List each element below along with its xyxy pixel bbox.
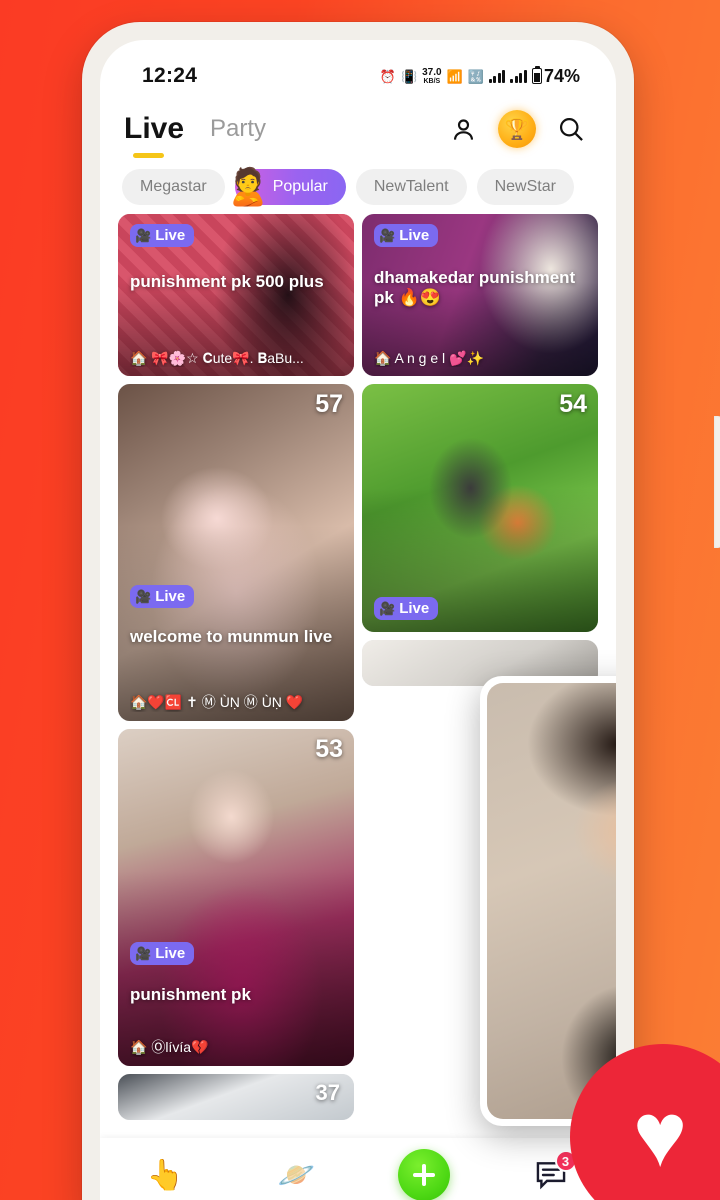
chip-popular-label: Popular [272, 178, 328, 195]
plus-icon [412, 1163, 436, 1187]
live-card[interactable]: 37 [118, 1074, 354, 1120]
card-username: 🏠 🎀🌸☆ 𝐂ute🎀. 𝐁aBu... [130, 350, 304, 366]
chip-newstar-label: NewStar [494, 178, 556, 195]
live-card[interactable]: 57 🎥 Live welcome to munmun live 🏠❤️🆑 ✝ … [118, 384, 354, 721]
chip-popular-avatar-icon: 🙎 [225, 166, 271, 207]
viewer-count: 57 [315, 390, 343, 418]
battery-indicator: 74% [531, 65, 580, 87]
search-icon[interactable] [554, 112, 588, 146]
network-speed-unit: KB/S [423, 77, 441, 85]
live-badge: 🎥 Live [374, 224, 439, 247]
vibrate-icon: 📳 [400, 68, 418, 84]
tab-live-underline [133, 153, 164, 158]
viewer-count: 54 [559, 390, 587, 418]
live-badge: 🎥 Live [130, 585, 195, 608]
live-badge-icon: 🎥 [379, 227, 396, 243]
profile-icon[interactable] [446, 112, 480, 146]
app-header: Live Party 🏆 [100, 98, 616, 160]
featured-streamer-preview[interactable] [480, 676, 616, 1126]
trophy-icon[interactable]: 🏆 [498, 110, 536, 148]
live-badge-label: Live [399, 600, 430, 617]
power-button[interactable] [714, 416, 720, 548]
live-card[interactable]: 54 🎥 Live [362, 384, 598, 632]
live-badge: 🎥 Live [130, 224, 195, 247]
alarm-clock-icon: ⏰ [379, 68, 396, 84]
live-badge-icon: 🎥 [135, 945, 152, 961]
card-title: punishment pk 500 plus [130, 272, 324, 291]
hand-pointer-icon: 👆 [146, 1158, 185, 1192]
battery-percent: 74% [543, 65, 580, 86]
tab-live-label: Live [124, 112, 185, 145]
card-title: punishment pk [130, 985, 251, 1004]
card-username: 🏠❤️🆑 ✝ Ⓜ ÙṆ Ⓜ ÙṆ ❤️ [130, 694, 304, 710]
trophy-glyph: 🏆 [504, 118, 530, 141]
status-icons: ⏰ 📳 37.0 KB/S 📶 🔣 74% [379, 65, 580, 87]
viewer-count: 37 [315, 1080, 340, 1105]
card-username: 🏠 Ⓞlívía💔 [130, 1039, 209, 1055]
live-badge: 🎥 Live [130, 942, 195, 965]
heart-icon: ♥ [632, 1084, 688, 1186]
live-badge-icon: 🎥 [135, 227, 152, 243]
header-actions: 🏆 [446, 110, 588, 148]
nav-item-live[interactable]: 👆 [136, 1148, 196, 1200]
chip-megastar[interactable]: Megastar [122, 169, 225, 205]
chip-newtalent[interactable]: NewTalent [355, 169, 467, 205]
chip-megastar-label: Megastar [140, 178, 207, 195]
chip-newstar[interactable]: NewStar [476, 169, 574, 205]
category-chips: Megastar 🙎 Popular NewTalent NewStar [100, 162, 616, 212]
live-badge-label: Live [399, 227, 430, 244]
live-card[interactable]: 🎥 Live punishment pk 500 plus 🏠 🎀🌸☆ 𝐂ute… [118, 214, 354, 376]
status-bar: 12:24 ⏰ 📳 37.0 KB/S 📶 🔣 74% [100, 58, 616, 94]
nav-item-explore[interactable]: 🪐 [267, 1148, 327, 1200]
tab-live[interactable]: Live [124, 112, 185, 158]
signal-bars-icon-sim2 [510, 69, 527, 83]
signal-bars-icon-sim1 [488, 69, 506, 83]
phone-screen: 12:24 ⏰ 📳 37.0 KB/S 📶 🔣 74% Live Party 🏆… [100, 40, 616, 1200]
status-time: 12:24 [142, 64, 198, 87]
bottom-navigation: 👆 🪐 3 [100, 1138, 616, 1200]
planet-icon: 🪐 [277, 1158, 316, 1192]
phone-frame: 12:24 ⏰ 📳 37.0 KB/S 📶 🔣 74% Live Party 🏆… [82, 22, 720, 1200]
featured-streamer-photo [487, 683, 616, 1119]
viewer-count: 53 [315, 735, 343, 763]
network-speed-value: 37.0 [422, 66, 442, 78]
nav-item-create[interactable] [397, 1149, 450, 1200]
live-card[interactable]: 53 🎥 Live punishment pk 🏠 Ⓞlívía💔 [118, 729, 354, 1066]
card-title: dhamakedar punishment pk 🔥😍 [374, 268, 576, 307]
mobile-data-icon: 🔣 [467, 68, 484, 84]
live-badge-label: Live [155, 588, 186, 605]
network-speed-indicator: 37.0 KB/S [422, 66, 442, 85]
card-username: 🏠 A n g e l 💕✨ [374, 350, 484, 366]
live-badge-label: Live [155, 945, 186, 962]
chip-popular[interactable]: 🙎 Popular [226, 166, 346, 207]
card-title: welcome to munmun live [130, 627, 333, 646]
chip-newtalent-label: NewTalent [373, 178, 449, 195]
live-badge-label: Live [155, 227, 186, 244]
card-column-left: 🎥 Live punishment pk 500 plus 🏠 🎀🌸☆ 𝐂ute… [118, 214, 354, 1164]
wifi-icon: 📶 [446, 68, 463, 84]
tab-party[interactable]: Party [210, 115, 266, 143]
live-badge-icon: 🎥 [379, 600, 396, 616]
live-card[interactable]: 🎥 Live dhamakedar punishment pk 🔥😍 🏠 A n… [362, 214, 598, 376]
battery-icon [531, 65, 542, 84]
live-badge-icon: 🎥 [135, 588, 152, 604]
live-badge: 🎥 Live [374, 597, 439, 620]
